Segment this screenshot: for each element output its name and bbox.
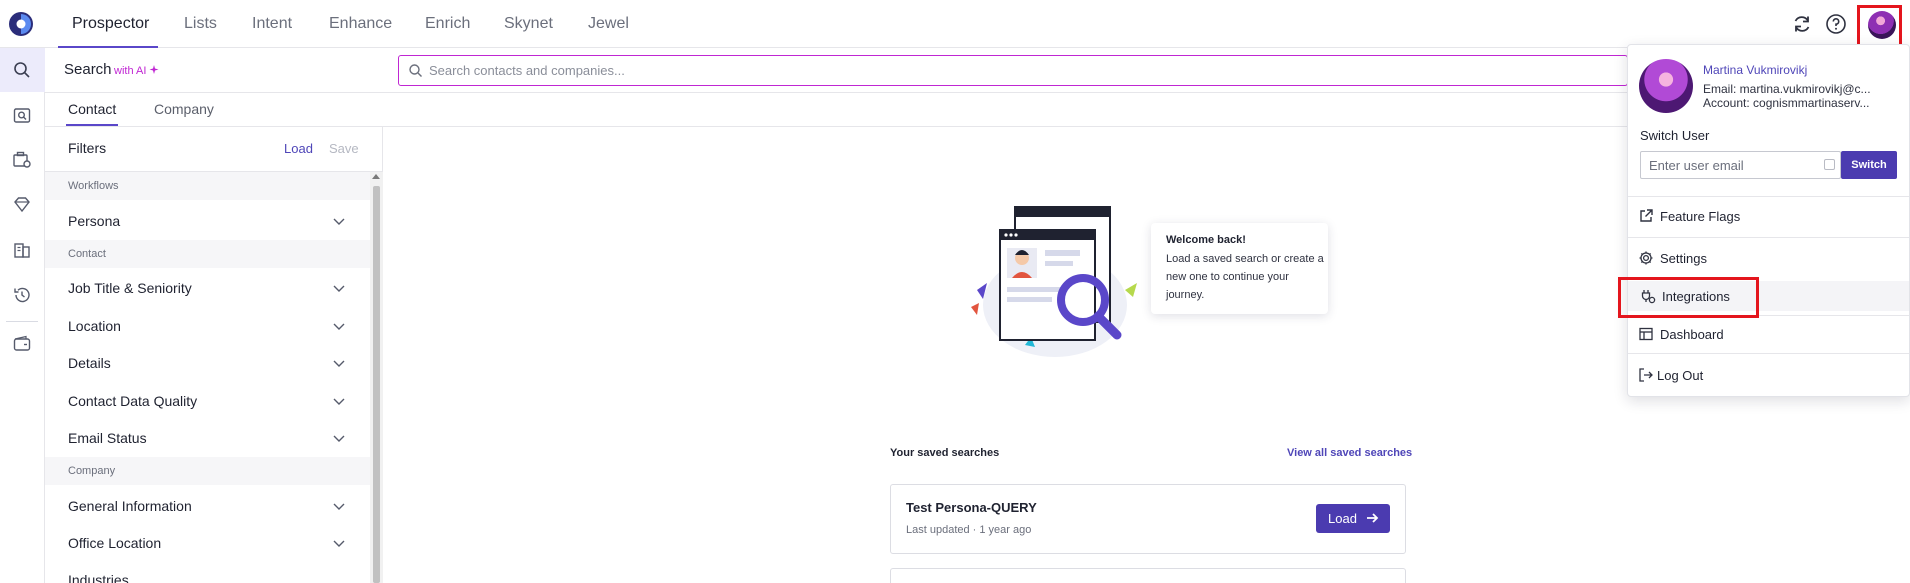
menu-divider [1628, 353, 1909, 354]
filter-contact-data-quality[interactable]: Contact Data Quality [68, 393, 197, 409]
chevron-down-icon[interactable] [333, 360, 345, 368]
switch-user-input-wrapper [1640, 151, 1841, 179]
chevron-down-icon[interactable] [333, 503, 345, 511]
filters-title: Filters [68, 140, 107, 156]
filter-industries[interactable]: Industries [68, 572, 129, 583]
sparkle-icon [149, 65, 159, 74]
nav-tab-enrich[interactable]: Enrich [425, 15, 470, 33]
history-icon[interactable] [11, 284, 33, 306]
wallet-icon[interactable] [11, 333, 33, 355]
logout-icon [1639, 368, 1653, 382]
chevron-down-icon[interactable] [333, 323, 345, 331]
filter-job-title-seniority[interactable]: Job Title & Seniority [68, 280, 192, 296]
arrow-right-icon [1367, 513, 1379, 523]
chevron-down-icon[interactable] [333, 540, 345, 548]
chevron-down-icon[interactable] [333, 285, 345, 293]
filters-scrollbar-thumb[interactable] [373, 186, 380, 583]
search-input[interactable] [429, 56, 1619, 85]
save-filters-link[interactable]: Save [329, 141, 359, 156]
saved-search-name: Test Persona-QUERY [906, 500, 1037, 515]
highlight-box-avatar [1857, 5, 1902, 47]
nav-tab-intent[interactable]: Intent [252, 15, 292, 33]
user-name[interactable]: Martina Vukmirovikj [1703, 63, 1807, 77]
tab-contact[interactable]: Contact [68, 101, 116, 117]
gear-icon [1639, 251, 1653, 265]
ai-badge[interactable]: with AI [114, 64, 160, 77]
filter-location[interactable]: Location [68, 318, 121, 334]
rail-divider [6, 321, 38, 322]
load-filters-link[interactable]: Load [284, 141, 313, 156]
nav-tab-skynet[interactable]: Skynet [504, 15, 553, 33]
section-label-contact: Contact [68, 248, 106, 260]
load-saved-search-button[interactable]: Load [1316, 504, 1390, 533]
ai-badge-label: with AI [114, 65, 147, 77]
chevron-down-icon[interactable] [333, 435, 345, 443]
saved-search-card[interactable] [890, 568, 1406, 583]
nav-tab-jewel[interactable]: Jewel [588, 15, 629, 33]
welcome-title: Welcome back! [1166, 234, 1246, 246]
welcome-body: Load a saved search or create a new one … [1166, 253, 1324, 301]
external-link-icon [1640, 209, 1653, 222]
section-label-company: Company [68, 465, 116, 477]
view-all-saved-searches-link[interactable]: View all saved searches [1287, 447, 1412, 459]
nav-tab-prospector[interactable]: Prospector [72, 15, 149, 33]
building-icon[interactable] [11, 239, 33, 261]
user-menu-avatar [1639, 59, 1693, 113]
chevron-down-icon[interactable] [333, 398, 345, 406]
welcome-illustration [971, 206, 1137, 357]
switch-user-button[interactable]: Switch [1841, 151, 1897, 179]
help-icon[interactable] [1825, 13, 1847, 35]
search-title: Search [64, 61, 112, 78]
top-nav: Prospector Lists Intent Enhance Enrich S… [0, 0, 1910, 48]
nav-tab-lists[interactable]: Lists [184, 15, 217, 33]
menu-item-dashboard[interactable]: Dashboard [1660, 327, 1724, 342]
cognism-logo-icon[interactable] [8, 11, 34, 37]
menu-divider [1628, 196, 1909, 197]
menu-divider [1628, 237, 1909, 238]
nav-tab-enhance[interactable]: Enhance [329, 15, 392, 33]
section-label-workflows: Workflows [68, 180, 119, 192]
filter-office-location[interactable]: Office Location [68, 535, 161, 551]
menu-item-settings[interactable]: Settings [1660, 251, 1707, 266]
gem-icon[interactable] [11, 194, 33, 216]
menu-item-log-out[interactable]: Log Out [1657, 368, 1703, 383]
company-search-icon[interactable] [11, 149, 33, 171]
search-icon[interactable] [11, 59, 33, 81]
user-email: Email: martina.vukmirovikj@c... [1703, 82, 1871, 96]
saved-search-updated: Last updated · 1 year ago [906, 524, 1032, 536]
scroll-up-arrow-icon[interactable] [372, 174, 380, 179]
icon-rail [0, 48, 45, 583]
highlight-box-integrations [1618, 277, 1759, 318]
dashboard-icon [1639, 327, 1653, 341]
tab-company[interactable]: Company [154, 101, 214, 117]
user-account: Account: cognismmartinaserv... [1703, 96, 1870, 110]
saved-search-icon[interactable] [11, 104, 33, 126]
search-input-icon [409, 64, 422, 77]
refresh-icon[interactable] [1791, 13, 1813, 35]
subtab-active-underline [66, 124, 118, 126]
switch-user-label: Switch User [1640, 128, 1710, 143]
filter-details[interactable]: Details [68, 355, 111, 371]
switch-user-email-input[interactable] [1649, 155, 1819, 175]
filter-persona[interactable]: Persona [68, 213, 120, 229]
load-button-label: Load [1328, 511, 1357, 526]
filter-email-status[interactable]: Email Status [68, 430, 147, 446]
saved-searches-title: Your saved searches [890, 447, 1000, 459]
menu-item-feature-flags[interactable]: Feature Flags [1660, 209, 1740, 224]
app-root: Prospector Lists Intent Enhance Enrich S… [0, 0, 1910, 583]
search-input-wrapper [398, 55, 1628, 86]
filter-general-information[interactable]: General Information [68, 498, 192, 514]
chevron-down-icon[interactable] [333, 218, 345, 226]
autofill-icon[interactable] [1824, 159, 1835, 170]
